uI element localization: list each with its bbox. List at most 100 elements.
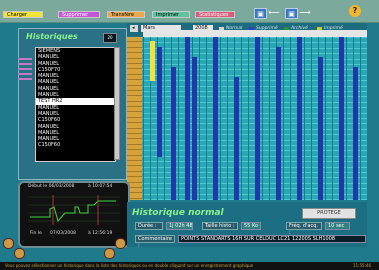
grid-row-line	[127, 150, 367, 152]
grid-row-line	[127, 58, 367, 60]
history-bar[interactable]	[276, 47, 281, 200]
grid-row-line	[127, 74, 367, 76]
taille-value: 55 Ko	[241, 222, 261, 230]
history-bar[interactable]	[185, 37, 190, 200]
grid-column-line	[283, 37, 284, 200]
list-scrollbar[interactable]	[114, 47, 120, 160]
grid-column-line	[262, 37, 263, 200]
mini-chart-end-time: à 12:56:19	[88, 231, 113, 236]
info-title: Historique normal	[132, 208, 224, 218]
history-bar[interactable]	[213, 37, 218, 200]
history-bar[interactable]	[339, 37, 344, 200]
mini-chart-start-time: à 10:07:54	[88, 184, 113, 189]
grid-column-line	[304, 37, 305, 200]
grid-row-line	[127, 172, 367, 173]
grid-row-line	[127, 101, 367, 103]
export-icon[interactable]: ▣	[285, 8, 298, 19]
arrow-left-icon[interactable]: ⟵	[268, 8, 280, 19]
grid-row-line	[127, 96, 367, 98]
column-header-strip	[143, 30, 367, 37]
decorative-stripes	[18, 58, 32, 88]
grid-column-line	[360, 37, 361, 200]
decorative-knob-icon	[3, 238, 14, 249]
grid-row-line	[127, 182, 367, 184]
grid-row-line	[127, 123, 367, 125]
grid-row-line	[127, 139, 367, 141]
history-bar[interactable]	[318, 57, 323, 200]
grid-row-line	[127, 69, 367, 71]
grid-column-line	[332, 37, 333, 200]
grid-row-line	[127, 112, 367, 114]
grid-row-line	[127, 177, 367, 179]
grid-row-line	[127, 118, 367, 119]
grid-column-line	[206, 37, 207, 200]
grid-row-line	[127, 53, 367, 55]
history-bar[interactable]	[255, 37, 260, 200]
grid-row-line	[127, 47, 367, 49]
decorative-knob-icon	[104, 248, 115, 259]
grid-column-line	[311, 37, 312, 200]
grid-row-line	[127, 193, 367, 195]
prev-month-icon[interactable]: ◂	[130, 25, 138, 32]
grid-row-line	[127, 155, 367, 157]
history-bar[interactable]	[171, 67, 176, 200]
grid-row-line	[127, 80, 367, 82]
historiques-list[interactable]: SIEMENS MANUEL MANUEL C150F70 MANUEL MANUEL MA…	[35, 47, 116, 162]
commentaire-label: Commentaire :	[135, 235, 175, 249]
grid-column-line	[178, 37, 179, 200]
grid-row-line	[127, 145, 367, 146]
commentaire-field[interactable]: POINTS STANDARTS 16H SUR CELDUC LC21 122…	[178, 235, 366, 243]
grid-column-line	[346, 37, 347, 200]
grid-column-line	[290, 37, 291, 200]
history-bar[interactable]	[150, 41, 155, 81]
help-button[interactable]: ?	[349, 5, 361, 17]
grid-row-line	[127, 128, 367, 130]
list-item[interactable]: C150F60	[36, 142, 115, 148]
charger-button[interactable]: Charger	[3, 11, 43, 18]
history-bar[interactable]	[192, 57, 197, 200]
protege-button[interactable]: PROTEGE	[302, 208, 356, 219]
freq-value: 10 sec	[325, 222, 350, 230]
history-bar[interactable]	[234, 77, 239, 200]
decorative-knob-icon	[14, 248, 25, 259]
grid-row-line	[127, 107, 367, 109]
grid-column-line	[325, 37, 326, 200]
taille-label: Taille histo :	[202, 222, 238, 230]
grid-column-line	[269, 37, 270, 200]
arrow-right-icon[interactable]: ⟶	[299, 8, 311, 19]
history-bar[interactable]	[353, 67, 358, 200]
save-icon[interactable]: ▣	[254, 8, 267, 19]
grid-column-line	[220, 37, 221, 200]
mini-chart-panel: Début le 06/03/2008 à 10:07:54 Fin le 07…	[18, 181, 130, 248]
transfere-button[interactable]: Transfére	[107, 11, 145, 18]
statistiques-button[interactable]: Statistiques	[195, 11, 235, 18]
mini-chart-end-date: 07/03/2008	[50, 231, 76, 236]
date-column	[127, 37, 142, 200]
historiques-title: Historiques	[26, 32, 78, 41]
duree-value: 1j 02h 48	[166, 222, 193, 230]
grid-row-line	[127, 85, 367, 87]
grid-row-line	[127, 166, 367, 168]
grid-row-line	[127, 188, 367, 190]
grid-row-line	[127, 134, 367, 136]
grid-row-line	[127, 161, 367, 163]
grid-column-line	[241, 37, 242, 200]
grid-column-line	[248, 37, 249, 200]
duree-label: Durée :	[135, 222, 163, 230]
grid-row-line	[127, 199, 367, 200]
supprimer-button[interactable]: Supprimer	[58, 11, 100, 18]
history-grid[interactable]	[127, 37, 367, 200]
mini-chart-start-label: Début le 06/03/2008	[28, 184, 75, 189]
grid-row-line	[127, 37, 367, 38]
grid-column-line	[143, 37, 144, 200]
history-bar[interactable]	[157, 47, 162, 157]
grid-row-line	[127, 64, 367, 65]
mini-chart-end-label: Fin le	[30, 231, 42, 236]
decorative-knob-icon	[115, 238, 126, 249]
grid-column-line	[227, 37, 228, 200]
history-bar[interactable]	[297, 37, 302, 200]
freq-label: Fréq. d'acq. :	[286, 222, 322, 236]
grid-column-line	[199, 37, 200, 200]
status-bar-text: Vous pouvez sélectionner un historique d…	[0, 262, 379, 270]
imprimer-button[interactable]: Imprimer	[152, 11, 190, 18]
